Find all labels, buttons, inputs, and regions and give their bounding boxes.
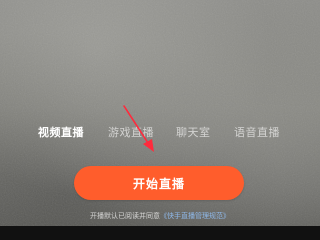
tab-video-live[interactable]: 视频直播 <box>38 124 84 142</box>
agreement-text: 开播默认已阅读并同意《快手直播管理规范》 <box>0 211 320 221</box>
arrow-icon <box>123 105 154 152</box>
start-live-button[interactable]: 开始直播 <box>74 166 244 200</box>
tab-voice-live[interactable]: 语音直播 <box>234 124 280 142</box>
live-rules-link[interactable]: 《快手直播管理规范》 <box>160 212 230 220</box>
tab-chat-room[interactable]: 聊天室 <box>176 124 211 142</box>
bottom-bar <box>0 226 320 240</box>
agreement-prefix: 开播默认已阅读并同意 <box>90 212 160 220</box>
